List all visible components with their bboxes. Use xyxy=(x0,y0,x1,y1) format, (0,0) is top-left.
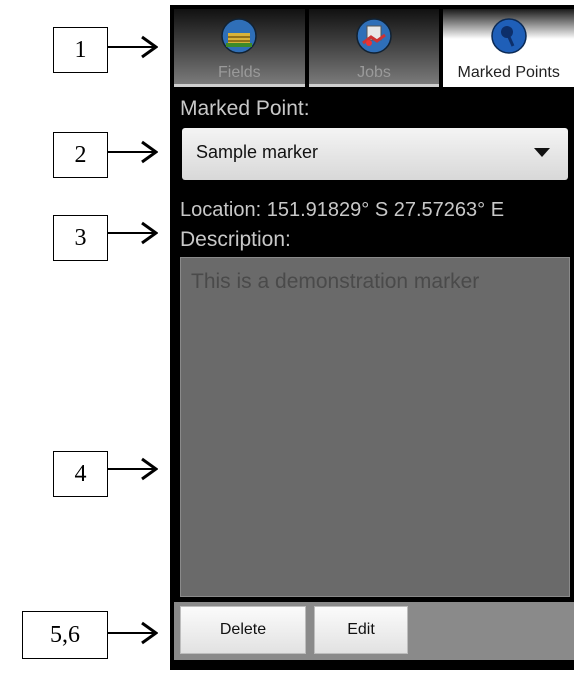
tab-label: Marked Points xyxy=(457,64,560,81)
chevron-down-icon xyxy=(534,148,550,157)
arrow-icon xyxy=(108,221,158,245)
tab-fields[interactable]: Fields xyxy=(174,9,305,87)
marked-point-dropdown[interactable]: Sample marker xyxy=(182,128,568,180)
edit-button[interactable]: Edit xyxy=(314,606,408,654)
dropdown-value: Sample marker xyxy=(196,142,319,162)
tab-bar: Fields Jobs Marked Points xyxy=(174,9,574,91)
fields-icon xyxy=(221,18,258,54)
action-bar: Delete Edit xyxy=(174,602,574,660)
callout-2: 2 xyxy=(53,132,108,178)
location-text: Location: 151.91829° S 27.57263° E xyxy=(180,199,505,221)
callout-4: 4 xyxy=(53,451,108,497)
pin-icon xyxy=(490,18,527,54)
arrow-icon xyxy=(108,457,158,481)
arrow-icon xyxy=(108,140,158,164)
callout-3: 3 xyxy=(53,215,108,261)
description-label: Description: xyxy=(180,228,291,251)
callout-1: 1 xyxy=(53,27,108,73)
tab-jobs[interactable]: Jobs xyxy=(308,9,440,87)
tab-label: Jobs xyxy=(357,64,391,81)
description-field[interactable]: This is a demonstration marker xyxy=(180,257,570,597)
tab-label: Fields xyxy=(217,64,261,81)
jobs-icon xyxy=(356,18,392,54)
description-value: This is a demonstration marker xyxy=(191,270,480,293)
delete-button[interactable]: Delete xyxy=(180,606,306,654)
arrow-icon xyxy=(108,35,158,59)
callout-5-6: 5,6 xyxy=(22,611,108,659)
marked-point-label: Marked Point: xyxy=(180,97,310,120)
tab-marked-points[interactable]: Marked Points xyxy=(443,9,574,87)
app-screen: Fields Jobs Marked Points Marked Point: … xyxy=(170,5,574,670)
arrow-icon xyxy=(108,621,158,645)
